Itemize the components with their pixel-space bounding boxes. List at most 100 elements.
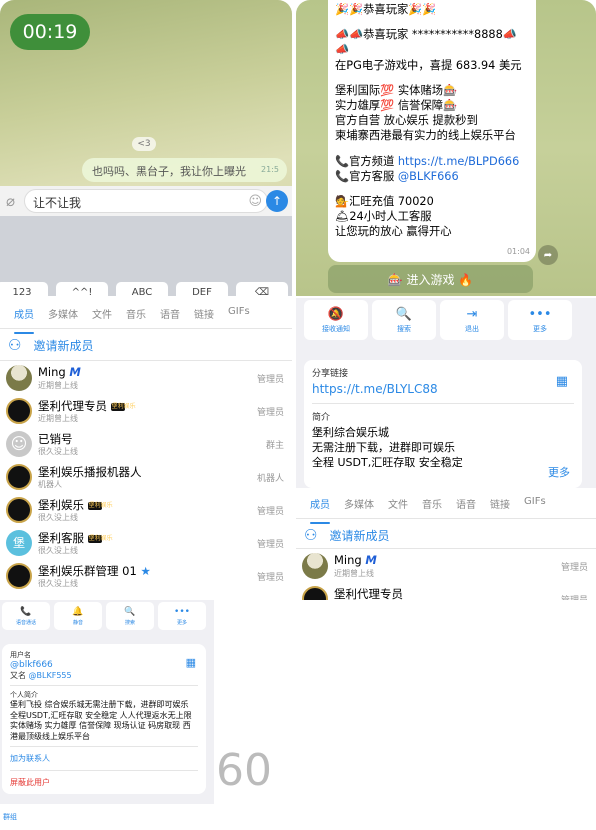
- member-row[interactable]: ☺ 已销号 很久没上线 群主: [0, 428, 292, 461]
- date-chip: <3: [132, 137, 156, 151]
- add-user-icon: ⚇: [8, 336, 22, 354]
- member-row[interactable]: 堡利娱乐 堡利娱乐 很久没上线 管理员: [0, 494, 292, 527]
- key-123[interactable]: 123: [0, 282, 48, 296]
- attach-icon[interactable]: ⌀: [6, 192, 15, 210]
- tab-voice[interactable]: 语音: [160, 306, 180, 328]
- promo-chat-panel: 🎉🎉恭喜玩家🎉🎉 📣📣恭喜玩家 ***********8888📣 📣 在PG电子…: [296, 0, 596, 296]
- more-button[interactable]: ••• 更多: [508, 300, 572, 340]
- promo-line: 在PG电子游戏中，喜提 683.94 美元: [335, 58, 522, 72]
- voice-call-button[interactable]: 📞 语音通话: [2, 602, 50, 630]
- mute-button[interactable]: 🔔 静音: [54, 602, 102, 630]
- share-link-caption: 分享链接: [312, 369, 349, 379]
- message-input[interactable]: 让不让我: [24, 189, 268, 213]
- tab-links[interactable]: 链接: [490, 496, 510, 518]
- member-row[interactable]: Ming M 近期曾上线 管理员: [0, 362, 292, 395]
- member-status: 近期曾上线: [334, 569, 374, 578]
- member-role: 管理员: [256, 507, 284, 517]
- action-label: 接收通知: [322, 324, 350, 333]
- group-info-panel: 🔕 接收通知 🔍 搜索 ⇥ 退出 ••• 更多 分享链接 https://t.me/BL…: [296, 298, 596, 600]
- tab-gifs[interactable]: GIFs: [524, 496, 546, 518]
- profile-action-row: 📞 语音通话 🔔 静音 🔍 搜索 ••• 更多: [2, 602, 206, 630]
- leave-button[interactable]: ⇥ 退出: [440, 300, 504, 340]
- send-button[interactable]: ↑: [266, 190, 288, 212]
- member-name: 堡利娱乐群管理 01 ★: [38, 564, 151, 578]
- more-icon: •••: [528, 306, 552, 322]
- avatar: [302, 586, 328, 600]
- qr-code-icon[interactable]: ▦: [556, 374, 568, 389]
- avatar: [6, 464, 32, 490]
- key-abc[interactable]: ABC: [116, 282, 168, 296]
- tab-files[interactable]: 文件: [388, 496, 408, 518]
- member-row[interactable]: 堡利代理专员 堡利娱乐 近期曾上线 管理员: [0, 395, 292, 428]
- add-contact-button[interactable]: 加为联系人: [10, 751, 198, 766]
- promo-line: 让您玩的放心 赢得开心: [335, 225, 452, 239]
- key-symbols[interactable]: ^^!: [56, 282, 108, 296]
- more-button[interactable]: ••• 更多: [158, 602, 206, 630]
- alias-link[interactable]: @BLKF555: [29, 671, 72, 680]
- member-status: 近期曾上线: [38, 414, 78, 423]
- channel-link[interactable]: https://t.me/BLPD666: [398, 155, 519, 168]
- username[interactable]: @blkf666: [10, 660, 198, 670]
- member-name: Ming M: [38, 365, 81, 379]
- share-icon[interactable]: ➦: [538, 245, 558, 265]
- action-label: 搜索: [397, 324, 411, 333]
- member-name: 堡利娱乐播报机器人: [38, 465, 142, 479]
- action-label: 静音: [72, 619, 83, 626]
- tab-members[interactable]: 成员: [14, 306, 34, 334]
- member-row[interactable]: 堡 堡利客服 堡利娱乐 很久没上线 管理员: [0, 527, 292, 560]
- action-label: 语音通话: [15, 619, 36, 626]
- tab-music[interactable]: 音乐: [422, 496, 442, 518]
- tab-gifs[interactable]: GIFs: [228, 306, 250, 328]
- avatar: [6, 563, 32, 589]
- brand-badge-icon: 堡利娱乐: [110, 402, 136, 411]
- action-label: 搜索: [124, 619, 135, 626]
- tab-music[interactable]: 音乐: [126, 306, 146, 328]
- member-row[interactable]: Ming M 近期曾上线 管理员: [296, 550, 596, 583]
- member-row[interactable]: 堡利娱乐群管理 01 ★ 很久没上线 管理员: [0, 560, 292, 593]
- partial-number: 60: [216, 745, 272, 796]
- search-button[interactable]: 🔍 搜索: [106, 602, 154, 630]
- invite-member-button[interactable]: ⚇ 邀请新成员: [304, 526, 389, 544]
- brand-badge-icon: 堡利娱乐: [87, 534, 113, 543]
- member-role: 管理员: [256, 375, 284, 385]
- member-row[interactable]: 堡利代理专员 管理员: [296, 583, 596, 600]
- qr-code-icon[interactable]: ▦: [186, 656, 196, 669]
- group-member-tabs: 成员 多媒体 文件 音乐 语音 链接 GIFs: [296, 496, 596, 524]
- promo-line: 实力雄厚💯 信誉保障🎰: [335, 99, 458, 113]
- more-link[interactable]: 更多: [548, 464, 570, 480]
- promo-line: 🛎24小时人工客服: [335, 210, 432, 224]
- service-link[interactable]: @BLKF666: [398, 170, 459, 183]
- invite-member-button[interactable]: ⚇ 邀请新成员: [8, 336, 93, 354]
- tab-voice[interactable]: 语音: [456, 496, 476, 518]
- block-user-button[interactable]: 屏蔽此用户: [10, 775, 198, 790]
- phone-icon: 📞: [20, 606, 32, 617]
- promo-line: 官方自营 放心娱乐 提款秒到: [335, 114, 478, 128]
- tab-files[interactable]: 文件: [92, 306, 112, 328]
- verified-icon: M: [69, 365, 81, 379]
- member-name: Ming M: [334, 553, 377, 567]
- sticker-icon[interactable]: ☺: [248, 194, 262, 209]
- group-action-row: 🔕 接收通知 🔍 搜索 ⇥ 退出 ••• 更多: [304, 300, 572, 340]
- add-user-icon: ⚇: [304, 526, 318, 544]
- enter-game-button[interactable]: 🎰 进入游戏 🔥: [328, 265, 533, 293]
- mute-notify-button[interactable]: 🔕 接收通知: [304, 300, 368, 340]
- member-status: 很久没上线: [38, 546, 78, 555]
- key-delete[interactable]: ⌫: [236, 282, 288, 296]
- share-link[interactable]: https://t.me/BLYLC88: [312, 382, 574, 396]
- tab-links[interactable]: 链接: [194, 306, 214, 328]
- bio-text: 堡利飞投 综合娱乐城无需注册下载，进群即可娱乐 全程USDT,汇旺存取 安全稳定…: [10, 700, 192, 741]
- tab-media[interactable]: 多媒体: [48, 306, 78, 328]
- search-button[interactable]: 🔍 搜索: [372, 300, 436, 340]
- tab-members[interactable]: 成员: [310, 496, 330, 524]
- action-label: 更多: [176, 619, 187, 626]
- member-row[interactable]: 堡利娱乐播报机器人 机器人 机器人: [0, 461, 292, 494]
- promo-line: 📣📣恭喜玩家 ***********8888📣: [335, 28, 517, 42]
- member-role: 管理员: [256, 540, 284, 550]
- star-icon: ★: [140, 564, 151, 578]
- key-def[interactable]: DEF: [176, 282, 228, 296]
- groups-label[interactable]: 群组: [3, 812, 17, 822]
- tab-media[interactable]: 多媒体: [344, 496, 374, 518]
- invite-label: 邀请新成员: [33, 338, 94, 353]
- member-role: 管理员: [256, 408, 284, 418]
- member-status: 很久没上线: [38, 447, 78, 456]
